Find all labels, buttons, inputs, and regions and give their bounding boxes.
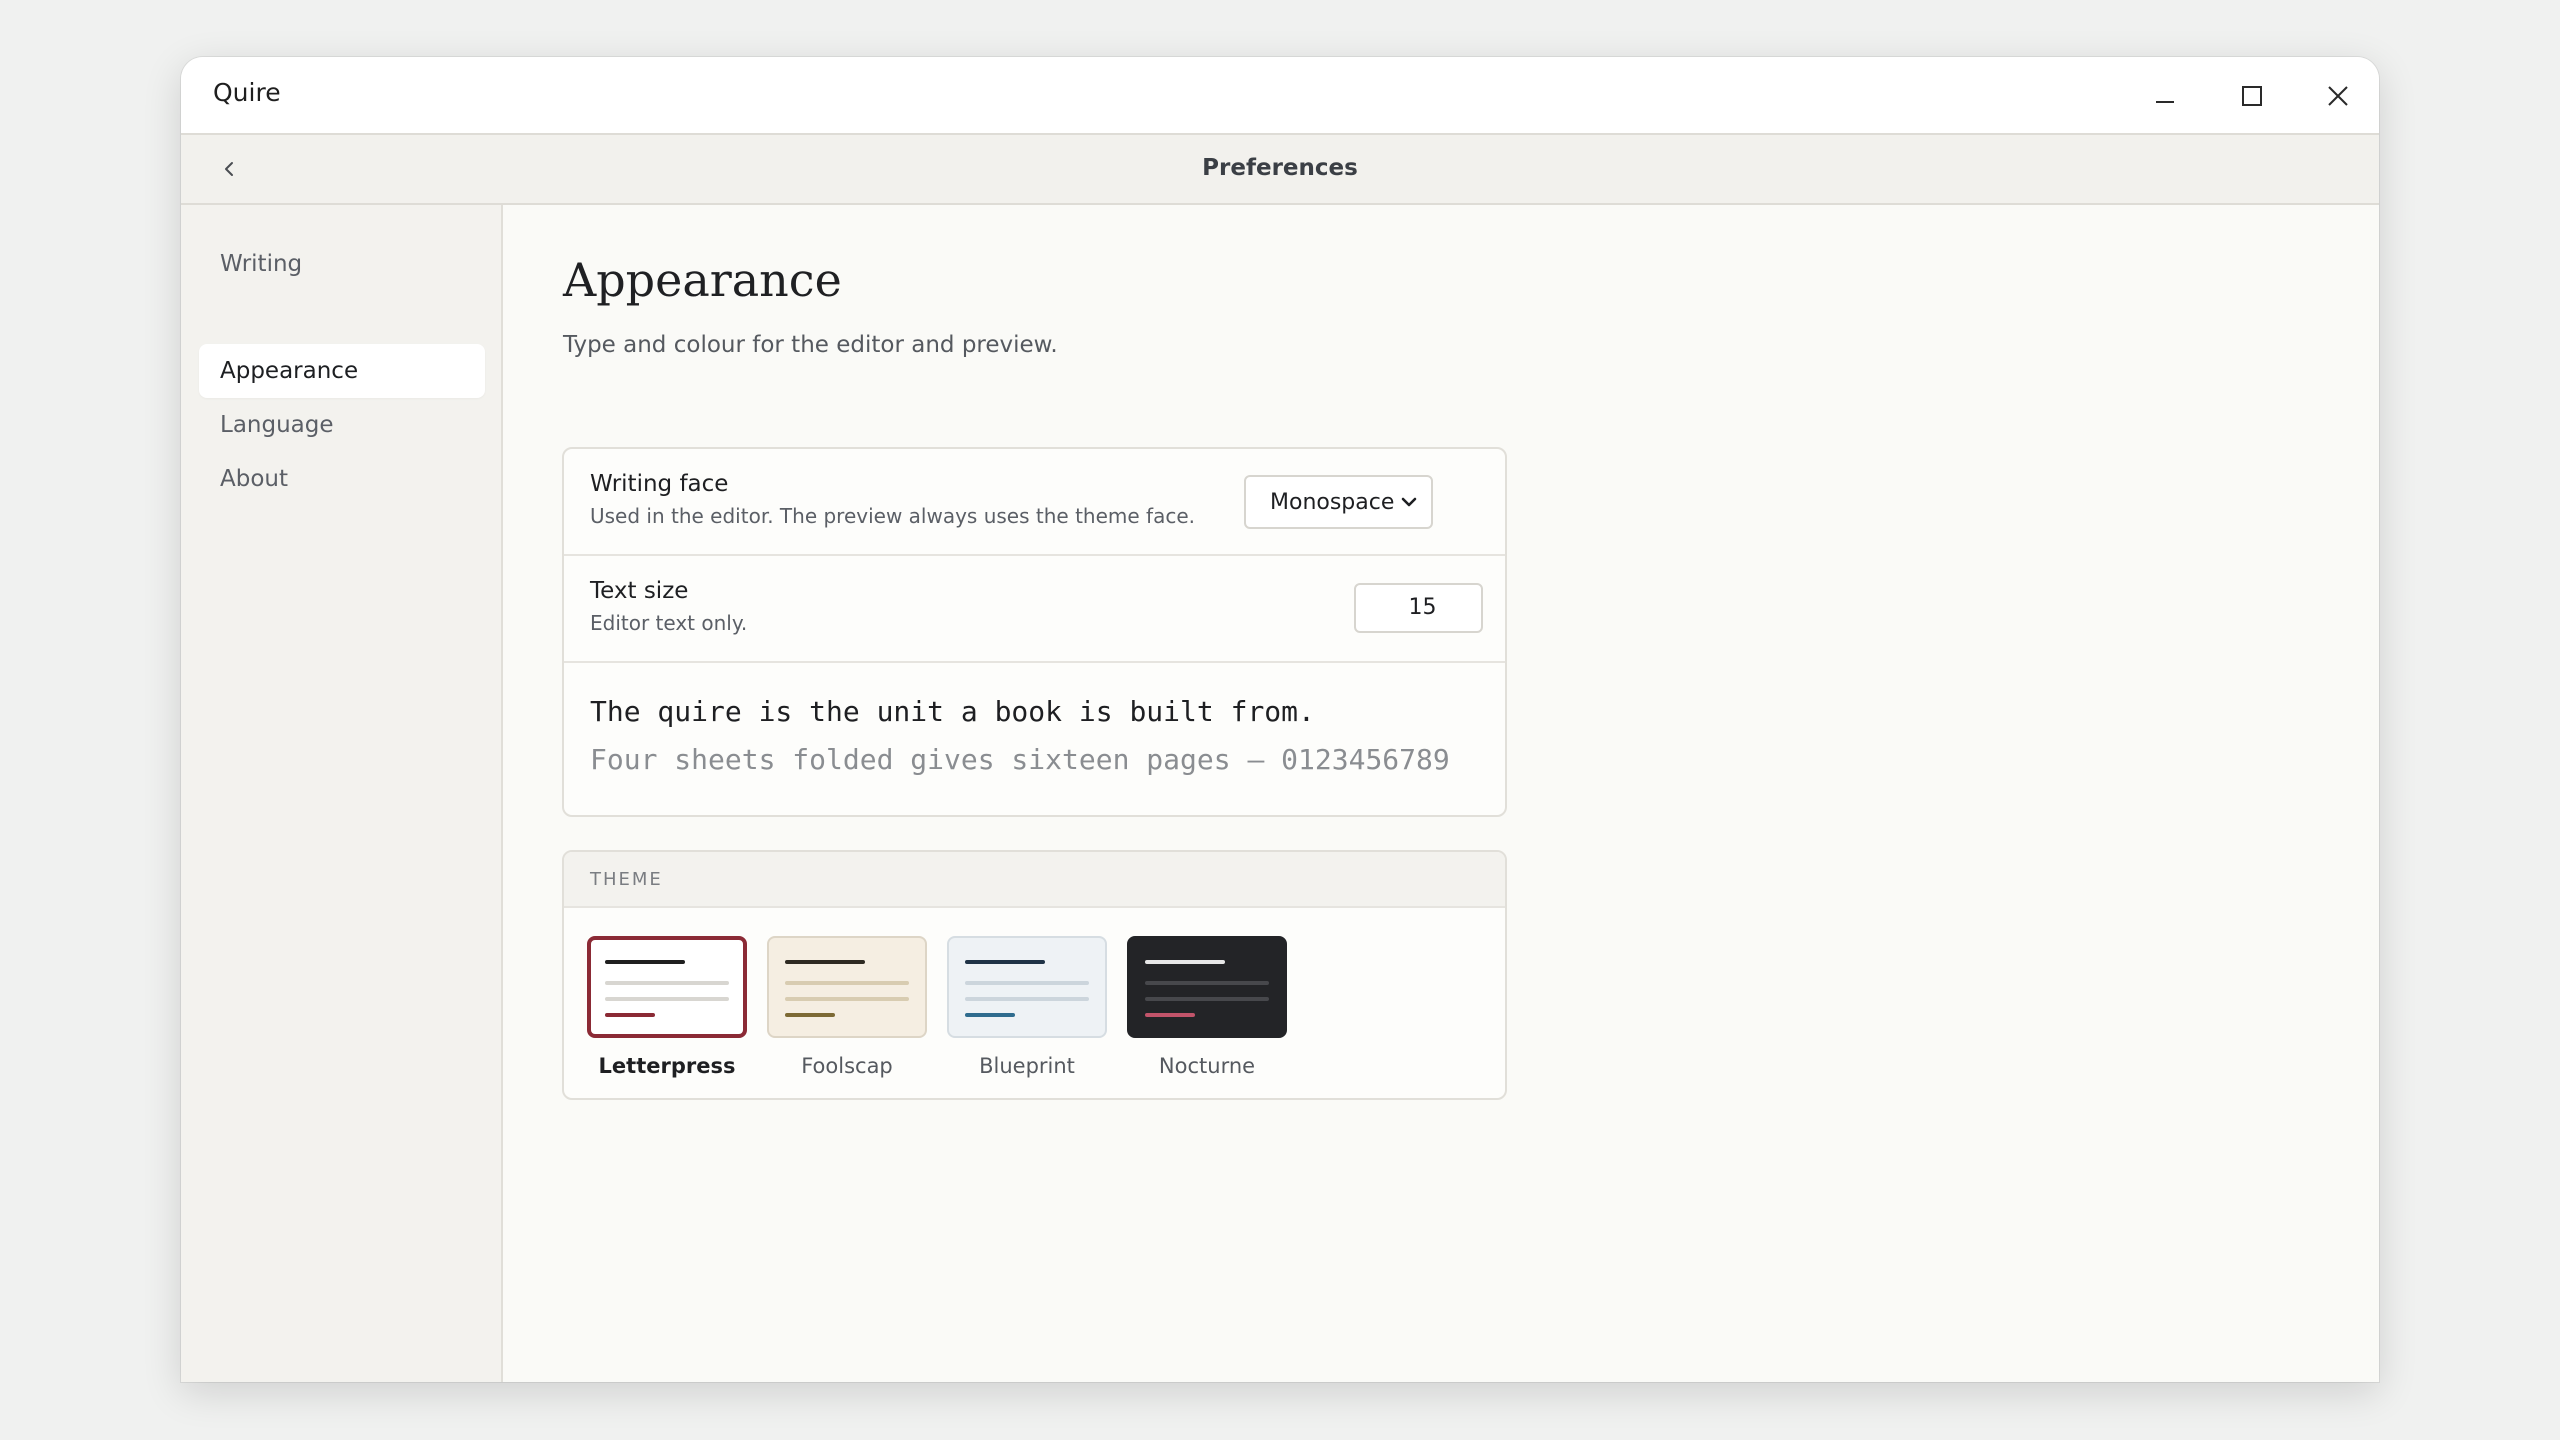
swatch-accent-line	[785, 1013, 835, 1017]
font-preview: The quire is the unit a book is built fr…	[564, 663, 1505, 815]
sidebar-item-language[interactable]: Language	[199, 398, 485, 452]
swatch-text-line	[965, 981, 1089, 985]
theme-label-nocturne: Nocturne	[1158, 1054, 1256, 1078]
maximize-button[interactable]	[2229, 73, 2275, 119]
swatch-text-line	[785, 997, 909, 1001]
theme-card: THEME Letterpress Foolscap Blueprint Noctur…	[562, 850, 1507, 1100]
theme-swatch-blueprint[interactable]	[947, 936, 1107, 1038]
theme-label-foolscap: Foolscap	[801, 1054, 893, 1078]
sidebar-item-appearance[interactable]: Appearance	[199, 344, 485, 398]
swatch-heading-line	[785, 960, 865, 964]
swatch-accent-line	[605, 1013, 655, 1017]
swatch-heading-line	[605, 960, 685, 964]
minimize-button[interactable]	[2142, 73, 2188, 119]
swatch-text-line	[1145, 997, 1269, 1001]
close-button[interactable]	[2315, 73, 2361, 119]
sidebar: Writing Appearance Language About	[181, 205, 503, 1382]
typography-card: Writing face Used in the editor. The pre…	[562, 447, 1507, 817]
swatch-text-line	[1145, 981, 1269, 985]
sidebar-item-writing[interactable]: Writing	[199, 237, 485, 291]
maximize-icon	[2242, 86, 2262, 106]
swatch-accent-line	[1145, 1013, 1195, 1017]
text-size-row: Text size Editor text only. 15	[564, 556, 1505, 663]
swatch-text-line	[785, 981, 909, 985]
theme-swatch-foolscap[interactable]	[767, 936, 927, 1038]
text-size-input[interactable]: 15	[1354, 583, 1483, 633]
writing-face-row: Writing face Used in the editor. The pre…	[564, 449, 1505, 556]
theme-swatch-letterpress[interactable]	[587, 936, 747, 1038]
writing-face-value: Monospace	[1270, 490, 1395, 515]
writing-face-select[interactable]: Monospace	[1244, 475, 1433, 529]
text-size-label: Text size	[590, 578, 689, 604]
theme-header: THEME	[564, 852, 1505, 908]
swatch-text-line	[605, 997, 729, 1001]
theme-heading: THEME	[590, 869, 663, 890]
sidebar-item-about[interactable]: About	[199, 452, 485, 506]
preview-line-primary: The quire is the unit a book is built fr…	[590, 695, 1315, 728]
text-size-hint: Editor text only.	[590, 611, 748, 635]
preferences-window: Quire Preferences Writing Appearance Lan…	[181, 57, 2379, 1382]
writing-face-hint: Used in the editor. The preview always u…	[590, 504, 1195, 528]
app-name: Quire	[213, 78, 281, 107]
page-title: Appearance	[563, 253, 842, 307]
header-bar: Preferences	[181, 135, 2379, 205]
header-title: Preferences	[1202, 155, 1358, 181]
preview-line-secondary: Four sheets folded gives sixteen pages —…	[590, 743, 1450, 776]
theme-label-blueprint: Blueprint	[979, 1054, 1075, 1078]
theme-swatch-nocturne[interactable]	[1127, 936, 1287, 1038]
swatch-text-line	[605, 981, 729, 985]
swatch-accent-line	[965, 1013, 1015, 1017]
swatch-heading-line	[965, 960, 1045, 964]
swatch-text-line	[965, 997, 1089, 1001]
swatch-heading-line	[1145, 960, 1225, 964]
writing-face-label: Writing face	[590, 471, 729, 497]
minimize-icon	[2156, 101, 2174, 103]
page-subtitle: Type and colour for the editor and previ…	[563, 332, 1058, 358]
close-icon	[2328, 86, 2348, 106]
theme-label-letterpress: Letterpress	[598, 1054, 736, 1078]
title-bar: Quire	[181, 57, 2379, 135]
content-pane: Appearance Type and colour for the edito…	[503, 205, 2379, 1382]
chevron-down-icon	[1401, 497, 1417, 507]
